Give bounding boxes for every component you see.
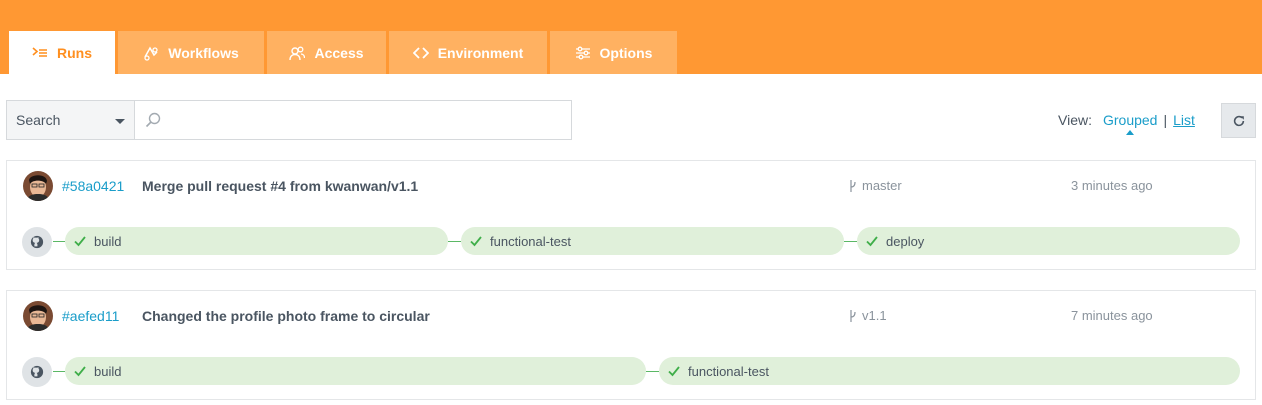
tab-workflows[interactable]: Workflows <box>118 31 264 74</box>
stage-connector <box>53 371 65 372</box>
refresh-icon <box>1233 115 1244 126</box>
refresh-button[interactable] <box>1221 103 1256 138</box>
tab-label: Workflows <box>168 44 239 61</box>
search-icon <box>145 112 161 128</box>
github-icon <box>22 357 52 387</box>
view-grouped-link[interactable]: Grouped <box>1103 112 1157 135</box>
search-input[interactable] <box>167 101 567 139</box>
check-icon <box>470 236 482 247</box>
search-bar: Search <box>6 100 572 140</box>
branch-name: master <box>862 178 902 193</box>
run-card[interactable]: #aefed11 Changed the profile photo frame… <box>6 290 1256 400</box>
stage-pill[interactable]: functional-test <box>659 357 1240 385</box>
check-icon <box>74 236 86 247</box>
branch-icon <box>850 179 856 192</box>
tab-options[interactable]: Options <box>550 31 677 74</box>
search-type-select[interactable]: Search <box>7 101 135 139</box>
check-icon <box>74 366 86 377</box>
view-toggle: View: Grouped | List <box>1058 111 1195 135</box>
avatar <box>23 171 53 201</box>
run-card[interactable]: #58a0421 Merge pull request #4 from kwan… <box>6 160 1256 270</box>
stage-pill[interactable]: functional-test <box>461 227 844 255</box>
options-icon <box>575 46 590 59</box>
github-icon <box>22 227 52 257</box>
branch-label: v1.1 <box>849 308 887 323</box>
access-icon <box>289 46 306 60</box>
stage-connector <box>844 241 857 242</box>
check-icon <box>668 366 680 377</box>
stage-name: build <box>94 233 122 249</box>
run-time: 3 minutes ago <box>1071 178 1153 193</box>
check-icon <box>866 236 878 247</box>
stage-connector <box>53 241 65 242</box>
run-time: 7 minutes ago <box>1071 308 1153 323</box>
tab-environment[interactable]: Environment <box>389 31 547 74</box>
caret-down-icon <box>115 119 125 124</box>
tab-label: Environment <box>437 44 524 61</box>
tab-label: Runs <box>57 44 92 61</box>
stage-pill[interactable]: deploy <box>857 227 1240 255</box>
stage-connector <box>646 371 659 372</box>
search-type-value: Search <box>16 112 61 128</box>
view-label: View: <box>1058 112 1092 128</box>
stage-name: deploy <box>886 233 925 249</box>
branch-name: v1.1 <box>862 308 887 323</box>
branch-label: master <box>849 178 902 193</box>
stage-connector <box>448 241 461 242</box>
commit-message[interactable]: Changed the profile photo frame to circu… <box>142 308 430 324</box>
tab-label: Options <box>599 44 653 61</box>
stage-pill[interactable]: build <box>65 227 448 255</box>
tab-label: Access <box>314 44 364 61</box>
tab-runs[interactable]: Runs <box>9 31 115 74</box>
view-list-link[interactable]: List <box>1173 112 1195 128</box>
stage-name: functional-test <box>688 363 769 379</box>
stage-pill[interactable]: build <box>65 357 646 385</box>
avatar <box>23 301 53 331</box>
view-separator: | <box>1163 112 1168 128</box>
app-header: Runs Workflows Access Environment Option… <box>0 0 1262 74</box>
code-icon <box>412 46 429 59</box>
tab-access[interactable]: Access <box>267 31 386 74</box>
runs-icon <box>32 46 47 57</box>
branch-icon <box>850 309 856 322</box>
commit-message[interactable]: Merge pull request #4 from kwanwan/v1.1 <box>142 178 418 194</box>
stage-name: functional-test <box>490 233 571 249</box>
commit-hash-link[interactable]: #aefed11 <box>62 308 119 324</box>
commit-hash-link[interactable]: #58a0421 <box>62 178 124 194</box>
stage-name: build <box>94 363 122 379</box>
workflows-icon <box>144 45 158 61</box>
